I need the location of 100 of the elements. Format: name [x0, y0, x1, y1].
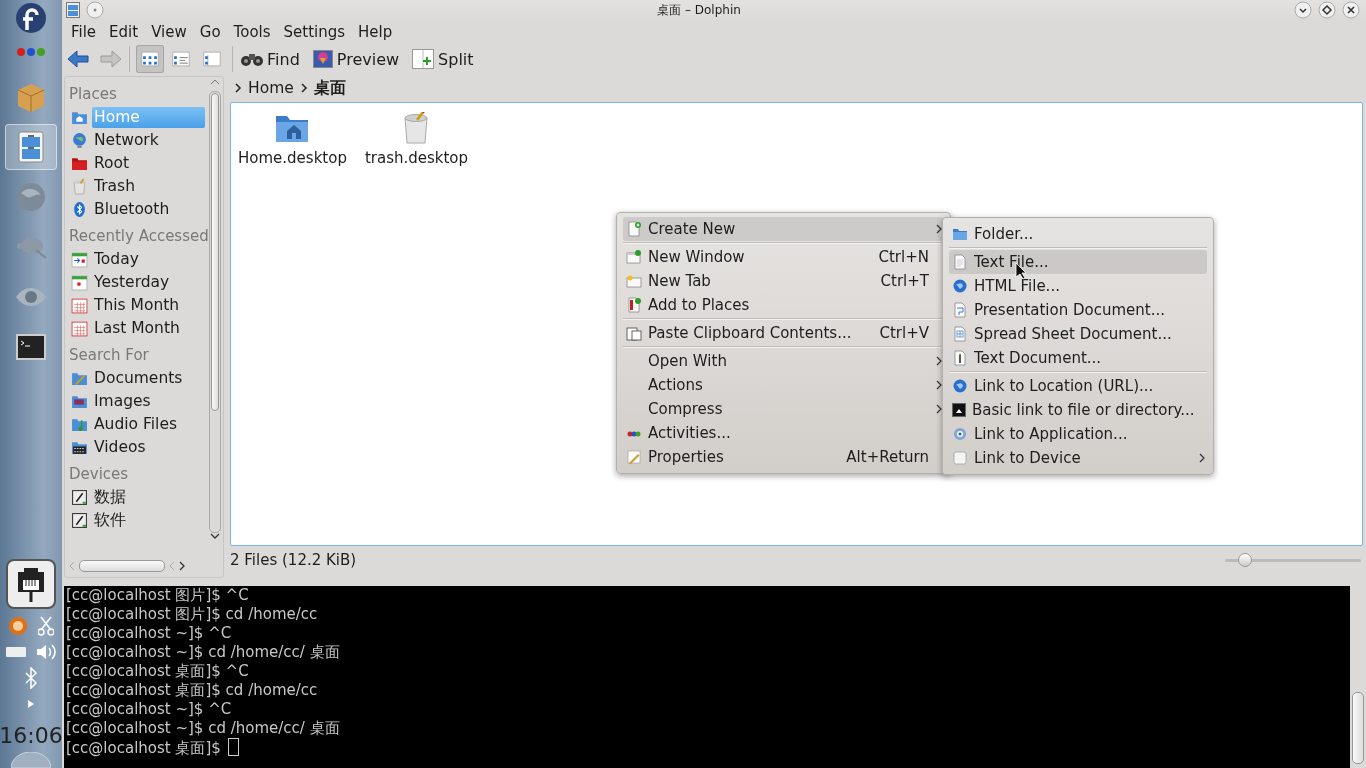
terminal-line: [cc@localhost ~]$ ^C	[66, 700, 233, 719]
menu-item[interactable]: Tools	[230, 23, 277, 41]
scroll-left-icon[interactable]	[69, 561, 75, 571]
text-file-icon	[952, 254, 968, 270]
menu-item[interactable]: Text Document...	[949, 346, 1207, 370]
chevron-icon	[299, 83, 308, 93]
menu-item[interactable]: New Tab Ctrl+T	[623, 269, 944, 293]
menu-item[interactable]: Link to Device	[949, 446, 1207, 470]
globe-icon	[952, 378, 968, 394]
menu-item[interactable]: HTML File...	[949, 274, 1207, 298]
place-item[interactable]: Last Month	[69, 317, 205, 340]
minimize-button[interactable]	[1294, 1, 1312, 19]
toolbar-button[interactable]: Split	[410, 45, 482, 73]
place-label: Home	[92, 107, 205, 128]
close-button[interactable]	[1342, 1, 1360, 19]
bluetooth-icon[interactable]	[24, 667, 38, 689]
scrollbar[interactable]	[209, 91, 221, 533]
menu-item[interactable]: Add to Places	[623, 293, 944, 317]
scroll-right-icon[interactable]	[179, 561, 185, 571]
place-label: This Month	[93, 295, 181, 316]
menu-item[interactable]: New Window Ctrl+N	[623, 245, 944, 269]
file-name: Home.desktop	[237, 149, 348, 167]
scrollbar[interactable]	[79, 560, 165, 572]
calendar-icon	[71, 251, 88, 268]
forward-arrow-icon[interactable]	[99, 49, 123, 69]
place-item[interactable]: Yesterday	[69, 271, 205, 294]
place-item[interactable]: Images	[69, 390, 205, 413]
menu-item[interactable]: Spread Sheet Document...	[949, 322, 1207, 346]
breadcrumb-item[interactable]: Home	[248, 79, 294, 97]
file-cabinet-icon[interactable]	[66, 2, 80, 18]
text-cursor	[227, 738, 239, 756]
keyboard-icon[interactable]	[6, 646, 26, 658]
menu-label: New Window	[648, 248, 746, 266]
drive-icon	[71, 512, 88, 529]
new-document-icon	[626, 221, 642, 237]
menu-label: Text File...	[974, 253, 1050, 271]
menu-item[interactable]: View	[148, 23, 193, 41]
menu-item[interactable]: Link to Location (URL)...	[949, 374, 1207, 398]
place-item[interactable]: Bluetooth	[69, 198, 205, 221]
place-item[interactable]: Today	[69, 248, 205, 271]
menu-item[interactable]: Paste Clipboard Contents... Ctrl+V	[623, 321, 944, 345]
place-label: Last Month	[93, 318, 181, 339]
place-item[interactable]: Documents	[69, 367, 205, 390]
menu-label: Folder...	[974, 225, 1035, 243]
clock[interactable]: 16:06	[0, 723, 63, 748]
place-item[interactable]: Root	[69, 152, 205, 175]
maximize-button[interactable]	[1318, 1, 1336, 19]
terminal-line: [cc@localhost 桌面]$ ^C	[66, 662, 250, 681]
menu-item[interactable]: Help	[355, 23, 399, 41]
place-item[interactable]: Trash	[69, 175, 205, 198]
breadcrumb-item[interactable]: 桌面	[313, 77, 346, 99]
speaker-icon[interactable]	[36, 643, 56, 661]
menu-item[interactable]: Compress	[623, 397, 944, 421]
scroll-down-icon[interactable]	[210, 533, 220, 539]
menu-item[interactable]: Actions	[623, 373, 944, 397]
menu-item[interactable]: Folder...	[949, 222, 1207, 246]
scissors-icon[interactable]	[38, 616, 54, 636]
menu-item[interactable]: Settings	[280, 23, 352, 41]
menu-item[interactable]: File	[68, 23, 103, 41]
place-item[interactable]: 数据	[69, 486, 205, 509]
network-icon[interactable]	[6, 559, 56, 609]
pin-button[interactable]	[86, 1, 104, 19]
menu-item[interactable]: Edit	[106, 23, 145, 41]
expand-arrow-icon[interactable]	[28, 700, 34, 708]
place-item[interactable]: Audio Files	[69, 413, 205, 436]
place-item[interactable]: Videos	[69, 436, 205, 459]
scrollbar[interactable]	[1352, 692, 1364, 764]
menu-item[interactable]: Presentation Document...	[949, 298, 1207, 322]
status-text: 2 Files (12.2 KiB)	[230, 551, 357, 569]
fedora-logo	[15, 2, 47, 34]
scroll-up-icon[interactable]	[210, 79, 220, 85]
menu-item[interactable]: Go	[196, 23, 227, 41]
desktop-entry[interactable]: trash.desktop	[363, 111, 470, 167]
terminal-line: [cc@localhost 图片]$ cd /home/cc	[66, 605, 319, 624]
menu-item[interactable]: Link to Application...	[949, 422, 1207, 446]
menu-label: HTML File...	[974, 277, 1061, 295]
bluetooth-icon	[71, 201, 88, 218]
menu-item[interactable]: Text File...	[949, 250, 1207, 274]
view-mode-button[interactable]	[136, 45, 164, 73]
place-item[interactable]: 软件	[69, 509, 205, 532]
toolbar-button[interactable]: Find	[239, 45, 308, 73]
place-item[interactable]: Network	[69, 129, 205, 152]
section-heading: Devices	[69, 464, 130, 485]
menu-label: Compress	[648, 400, 724, 418]
slider-handle[interactable]	[1238, 552, 1253, 567]
menu-item[interactable]: Open With	[623, 349, 944, 373]
menu-item[interactable]: Activities...	[623, 421, 944, 445]
desktop-entry[interactable]: Home.desktop	[237, 111, 348, 167]
gear-icon	[952, 426, 968, 442]
calendar-icon	[71, 320, 88, 337]
place-item[interactable]: This Month	[69, 294, 205, 317]
back-arrow-icon[interactable]	[66, 49, 90, 69]
menu-label: Activities...	[648, 424, 732, 442]
toolbar-button[interactable]: Preview	[310, 45, 408, 73]
menu-item[interactable]: Basic link to file or directory...	[949, 398, 1207, 422]
menu-item[interactable]: Create New	[623, 217, 944, 241]
bookmark-add-icon	[626, 297, 642, 313]
globe-icon	[15, 181, 47, 213]
menu-item[interactable]: Properties Alt+Return	[623, 445, 944, 469]
activities-icon[interactable]	[16, 46, 46, 58]
